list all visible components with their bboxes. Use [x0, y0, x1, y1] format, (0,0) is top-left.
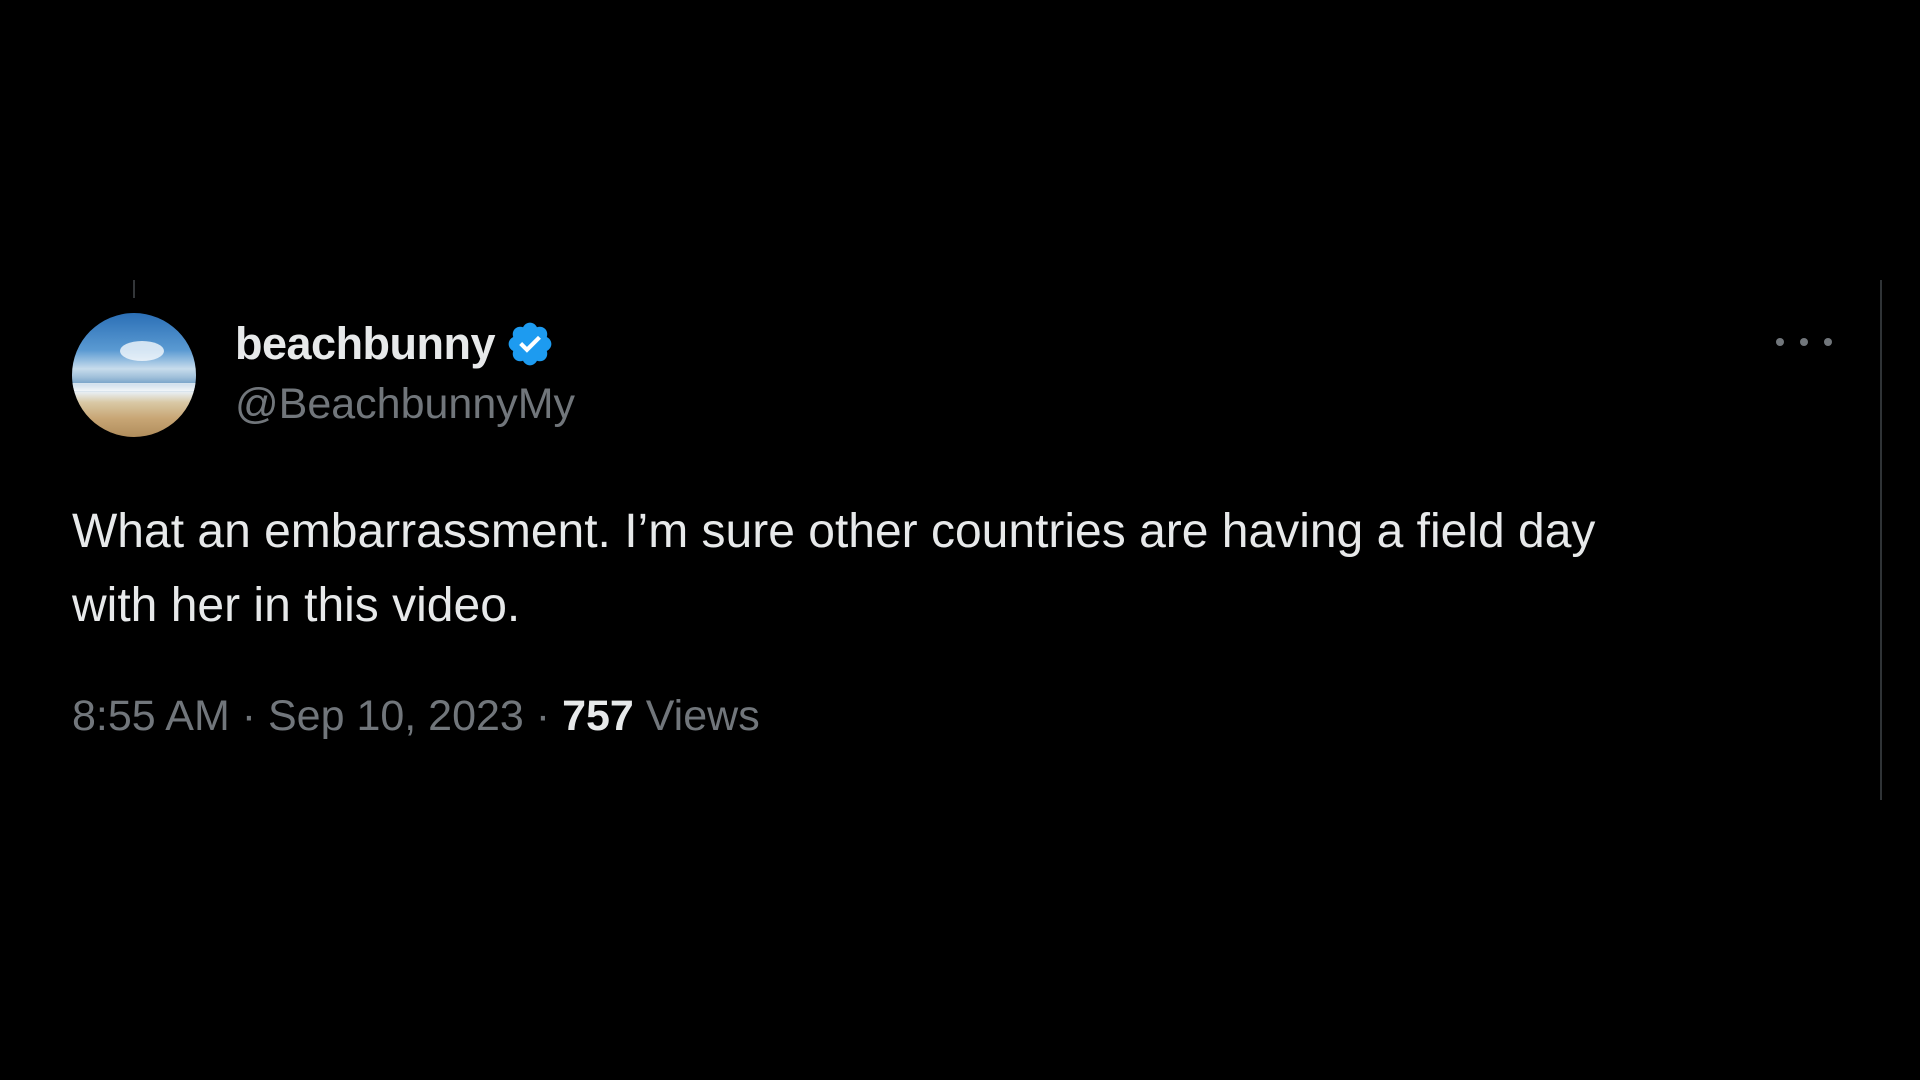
verified-badge-icon[interactable]: [505, 319, 555, 369]
tweet-time[interactable]: 8:55 AM: [72, 692, 230, 740]
meta-separator: ·: [535, 692, 551, 740]
tweet-date[interactable]: Sep 10, 2023: [268, 692, 524, 740]
avatar[interactable]: [72, 313, 196, 437]
tweet-text: What an embarrassment. I’m sure other co…: [72, 495, 1812, 643]
avatar-wave: [72, 383, 196, 391]
views-count: 757: [562, 692, 634, 740]
avatar-cloud: [120, 341, 164, 361]
thread-connector-line: [133, 280, 135, 298]
tweet-text-line: with her in this video.: [72, 579, 521, 632]
views-label: Views: [645, 692, 760, 740]
more-dot: [1776, 338, 1784, 346]
author-display-name[interactable]: beachbunny: [235, 318, 496, 370]
meta-separator: ·: [241, 692, 257, 740]
author-handle[interactable]: @BeachbunnyMy: [235, 380, 575, 429]
author-name-row: beachbunny: [235, 318, 555, 370]
more-dot: [1824, 338, 1832, 346]
tweet-card[interactable]: beachbunny @BeachbunnyMy What an embarra…: [72, 280, 1882, 800]
column-border: [1880, 280, 1882, 800]
tweet-text-line: What an embarrassment. I’m sure other co…: [72, 505, 1596, 558]
more-options-icon[interactable]: [1776, 330, 1832, 354]
tweet-meta: 8:55 AM · Sep 10, 2023 · 757 Views: [72, 692, 760, 741]
more-dot: [1800, 338, 1808, 346]
